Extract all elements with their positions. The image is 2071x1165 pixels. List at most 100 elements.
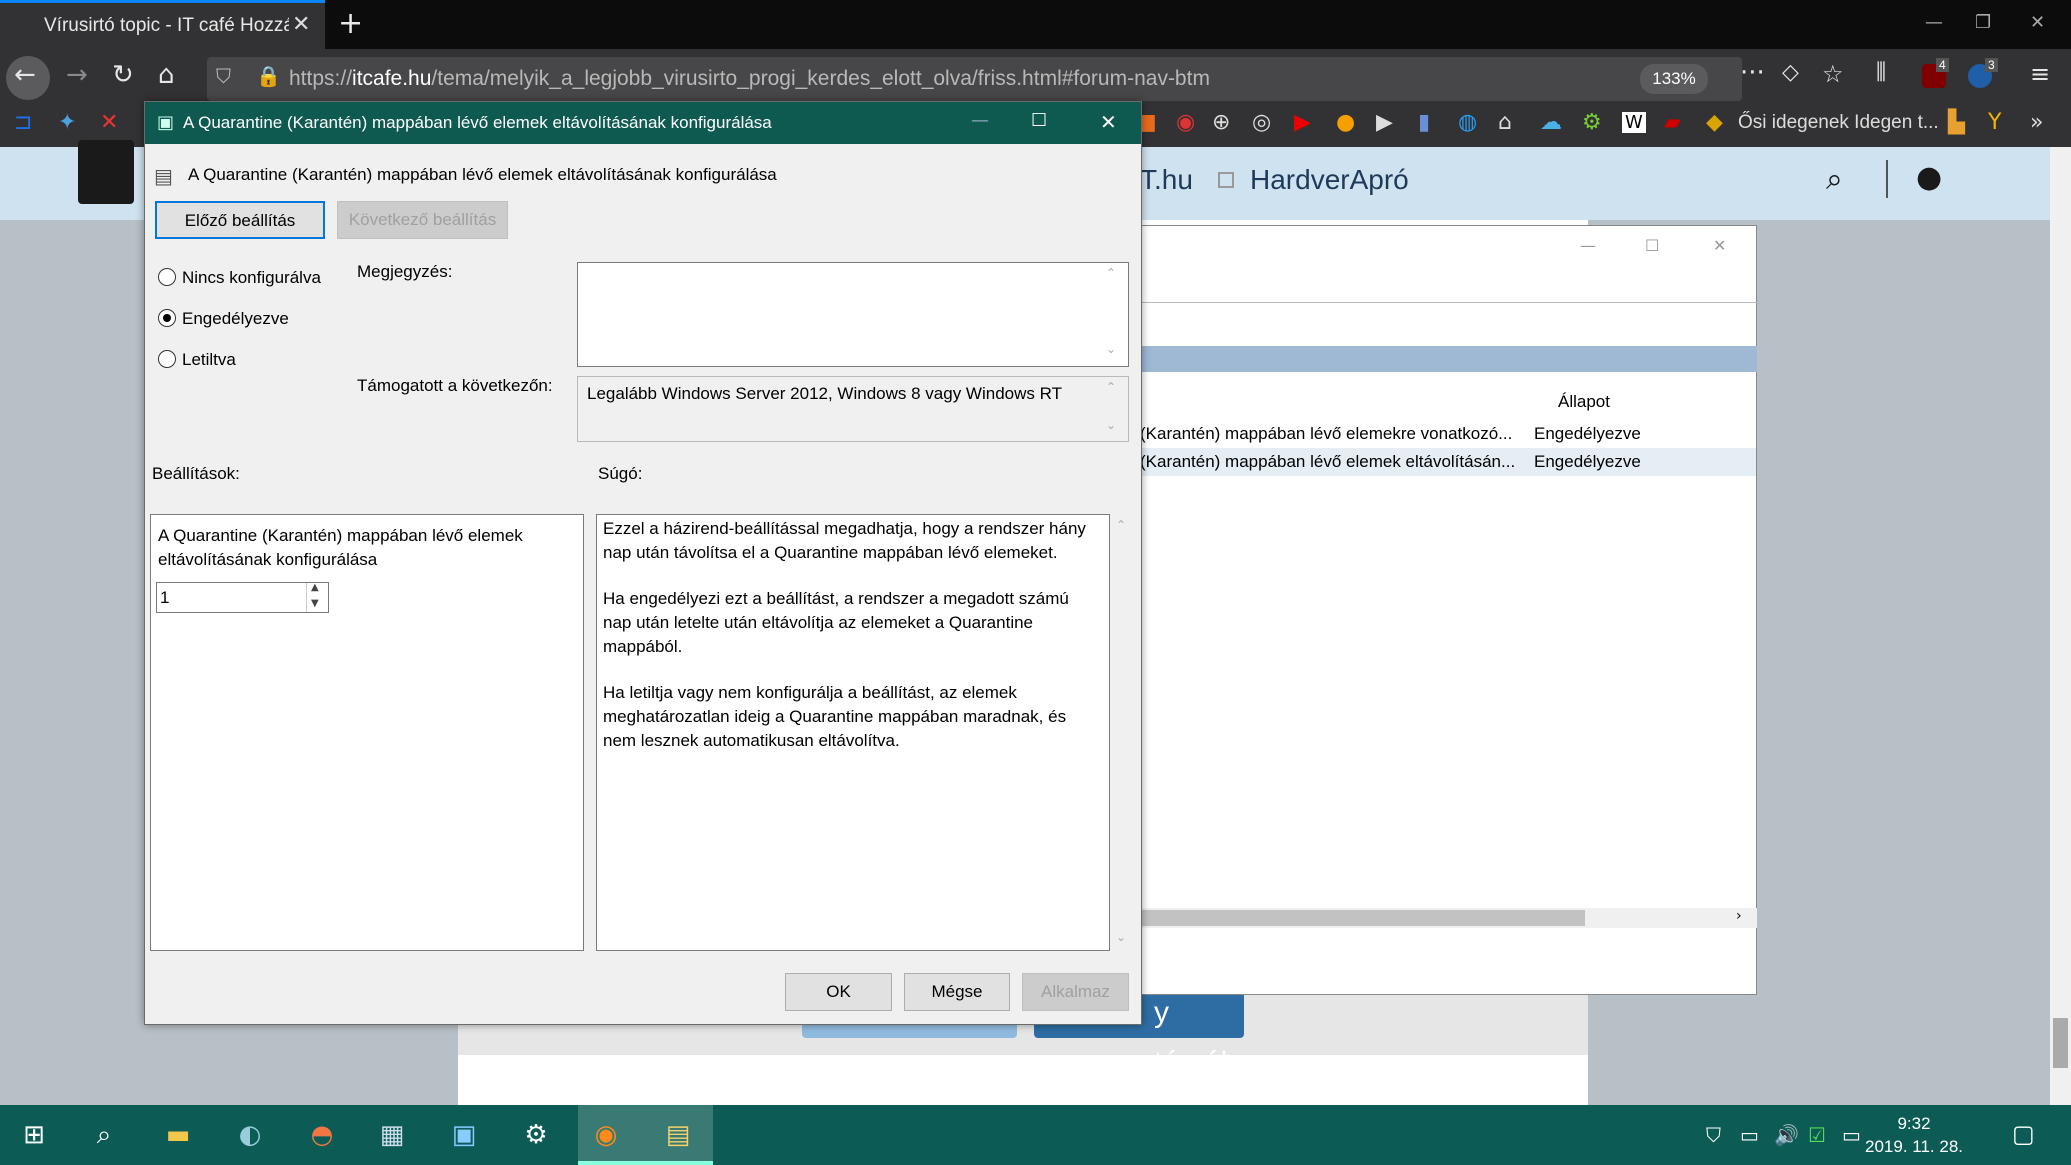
table-row-state[interactable]: Engedélyezve — [1534, 424, 1641, 444]
scroll-up-icon[interactable]: ⌃ — [1116, 518, 1126, 532]
search-icon[interactable]: ⌕ — [1826, 162, 1843, 197]
app-icon[interactable]: ▣ — [436, 1112, 492, 1158]
bookmark-link[interactable]: Ősi idegenek Idegen t... — [1738, 112, 1939, 134]
radio-enabled[interactable] — [158, 309, 176, 327]
dialog-title: A Quarantine (Karantén) mappában lévő el… — [183, 113, 772, 132]
radio-not-configured[interactable] — [158, 268, 176, 286]
table-row-name[interactable]: (Karantén) mappában lévő elemek eltávolí… — [1140, 452, 1515, 472]
play-icon[interactable]: ● — [1336, 110, 1355, 135]
nav-link-hardverapro[interactable]: HardverApró — [1250, 164, 1409, 196]
wikipedia-icon[interactable]: W — [1622, 112, 1646, 133]
minimize-icon[interactable]: — — [971, 110, 989, 131]
ok-button[interactable]: OK — [785, 973, 892, 1011]
column-header-state[interactable]: Állapot — [1558, 392, 1610, 412]
bg-close-icon[interactable]: ✕ — [1713, 236, 1726, 255]
radio-disabled-label[interactable]: Letiltva — [182, 350, 236, 370]
star-icon[interactable]: ☆ — [1822, 60, 1844, 88]
bookmark-icon[interactable]: ⊐ — [14, 110, 32, 135]
scroll-up-icon[interactable]: ⌃ — [1106, 266, 1116, 280]
scroll-down-icon[interactable]: ⌄ — [1106, 342, 1116, 356]
bookmark-icon[interactable]: ▮ — [1418, 110, 1430, 135]
browser-tab[interactable]: Vírusirtó topic - IT café Hozzászólások … — [0, 0, 325, 49]
firefox-icon[interactable]: ◉ — [578, 1112, 634, 1158]
settings-gear-icon[interactable]: ⚙ — [508, 1112, 564, 1158]
next-setting-button[interactable]: Következő beállítás — [337, 201, 508, 239]
ccleaner-icon[interactable]: ◓ — [294, 1112, 350, 1158]
reload-icon[interactable]: ↻ — [112, 60, 134, 90]
library-icon[interactable]: ⫼ — [1876, 60, 1886, 85]
days-spinbox[interactable] — [156, 582, 329, 613]
start-windows-icon[interactable]: ⊞ — [6, 1112, 62, 1158]
restore-icon[interactable]: ❐ — [1975, 12, 1991, 33]
bookmark-icon[interactable]: ✦ — [58, 110, 76, 135]
notepad-icon[interactable]: ▤ — [650, 1112, 706, 1158]
notification-icon[interactable]: ▢ — [2012, 1120, 2035, 1148]
scrollbar-thumb[interactable] — [1140, 910, 1585, 926]
bg-maximize-icon[interactable]: ☐ — [1645, 236, 1659, 255]
youtube-icon[interactable]: ▶ — [1294, 110, 1311, 135]
bookmark-icon[interactable]: ▶ — [1376, 110, 1393, 135]
check-icon[interactable]: ☑ — [1808, 1123, 1826, 1147]
bookmark-icon[interactable]: ▙ — [1948, 110, 1965, 135]
url-path: /tema/melyik_a_legjobb_virusirto_progi_k… — [431, 67, 1210, 90]
scroll-right-icon[interactable]: › — [1736, 908, 1742, 924]
page-scrollbar[interactable] — [2050, 147, 2071, 1105]
site-logo[interactable] — [78, 140, 134, 204]
close-tab-icon[interactable]: ✕ — [292, 12, 310, 37]
prev-setting-button[interactable]: Előző beállítás — [155, 201, 325, 239]
menu-icon[interactable]: ≡ — [2030, 60, 2050, 88]
file-explorer-icon[interactable]: ▬ — [150, 1112, 206, 1158]
maximize-icon[interactable]: ☐ — [1031, 110, 1047, 131]
minimize-icon[interactable]: — — [1925, 12, 1943, 33]
search-icon[interactable]: ⌕ — [76, 1112, 132, 1158]
bookmark-icon[interactable]: ⚙ — [1582, 110, 1602, 135]
network-icon[interactable]: ▭ — [1740, 1123, 1759, 1147]
apply-button[interactable]: Alkalmaz — [1022, 973, 1129, 1011]
bookmark-icon[interactable]: ✕ — [100, 110, 118, 135]
url-text[interactable]: https://itcafe.hu/tema/melyik_a_legjobb_… — [289, 67, 1210, 91]
home-icon[interactable]: ⌂ — [158, 60, 175, 90]
scroll-down-icon[interactable]: ⌄ — [1106, 418, 1116, 432]
scrollbar-thumb[interactable] — [2053, 1018, 2068, 1068]
clock-date: 2019. 11. 28. — [1865, 1137, 1963, 1156]
user-icon[interactable]: ● — [1916, 160, 1942, 195]
bg-minimize-icon[interactable]: — — [1580, 236, 1596, 255]
spin-down-icon[interactable]: ▼ — [311, 598, 319, 609]
scroll-down-icon[interactable]: ⌄ — [1116, 930, 1126, 944]
cancel-button[interactable]: Mégse — [904, 973, 1010, 1011]
system-clock[interactable]: 9:32 2019. 11. 28. — [1865, 1112, 1963, 1158]
comment-textarea[interactable] — [577, 262, 1129, 367]
app-icon[interactable]: ▦ — [364, 1112, 420, 1158]
display-icon[interactable]: ▭ — [1842, 1123, 1861, 1147]
lock-icon[interactable]: 🔒 — [256, 64, 281, 88]
bookmark-icon[interactable]: ▰ — [1664, 110, 1681, 135]
defender-icon[interactable]: ◐ — [222, 1112, 278, 1158]
radio-disabled[interactable] — [158, 350, 176, 368]
radio-not-configured-label[interactable]: Nincs konfigurálva — [182, 268, 321, 288]
bookmark-icon[interactable]: ☁ — [1540, 110, 1562, 135]
bookmark-icon[interactable]: ◎ — [1252, 110, 1271, 135]
table-row-state[interactable]: Engedélyezve — [1534, 452, 1641, 472]
bookmark-icon[interactable]: ⌂ — [1498, 110, 1512, 135]
nav-link-thu[interactable]: T.hu — [1140, 164, 1193, 196]
forward-icon[interactable]: → — [66, 60, 88, 90]
more-bookmarks-icon[interactable]: » — [2030, 110, 2043, 135]
bookmark-icon[interactable]: ◉ — [1176, 110, 1195, 135]
globe-icon[interactable]: ⊕ — [1212, 110, 1230, 135]
scroll-up-icon[interactable]: ⌃ — [1106, 380, 1116, 394]
bookmark-icon[interactable]: ◍ — [1458, 110, 1477, 135]
bookmark-icon[interactable]: Y — [1988, 110, 2001, 135]
new-tab-button[interactable]: + — [338, 6, 363, 41]
close-window-icon[interactable]: ✕ — [2030, 12, 2045, 33]
zoom-level[interactable]: 133% — [1640, 64, 1708, 94]
radio-enabled-label[interactable]: Engedélyezve — [182, 309, 289, 329]
security-shield-icon[interactable]: ⛉ — [1706, 1123, 1721, 1147]
more-actions-icon[interactable]: ··· — [1740, 58, 1765, 88]
spin-up-icon[interactable]: ▲ — [311, 582, 319, 593]
close-icon[interactable]: ✕ — [1100, 110, 1117, 134]
pocket-icon[interactable]: ◇ — [1782, 60, 1799, 85]
bookmark-icon[interactable]: ◆ — [1706, 110, 1723, 135]
shield-icon[interactable]: ⛉ — [216, 64, 231, 88]
volume-icon[interactable]: 🔊 — [1774, 1123, 1799, 1147]
table-row-name[interactable]: (Karantén) mappában lévő elemekre vonatk… — [1140, 424, 1512, 444]
